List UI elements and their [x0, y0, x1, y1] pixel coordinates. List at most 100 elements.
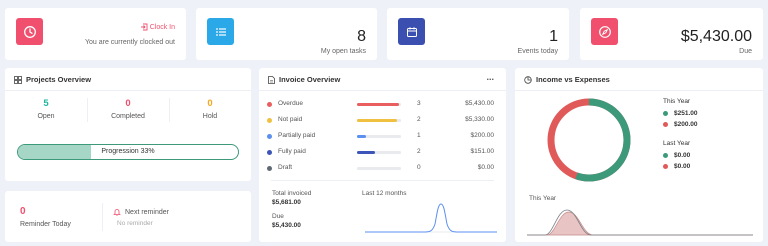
project-stat-open[interactable]: 5 Open — [5, 98, 87, 120]
status-amount: $0.00 — [477, 164, 494, 171]
clock-icon-box — [16, 18, 43, 45]
total-invoiced-label: Total invoiced — [272, 190, 312, 197]
project-stat-value: 0 — [125, 98, 131, 109]
clock-status-text: You are currently clocked out — [84, 39, 175, 46]
last-year-income: $0.00 — [663, 152, 690, 159]
project-stat-completed[interactable]: 0 Completed — [87, 98, 169, 120]
status-bar — [357, 119, 401, 122]
status-dot — [267, 166, 272, 171]
status-amount: $5,430.00 — [465, 100, 494, 107]
divider — [515, 90, 763, 91]
calendar-icon — [406, 26, 417, 37]
divider — [5, 90, 251, 91]
clock-card: Clock In You are currently clocked out — [5, 8, 186, 60]
status-bar-fill — [357, 151, 375, 154]
compass-icon-box — [591, 18, 618, 45]
invoice-overview-header: Invoice Overview — [268, 75, 340, 84]
invoice-status-row[interactable]: Partially paid 1 $200.00 — [259, 131, 506, 143]
last-year-label: Last Year — [663, 140, 691, 147]
open-tasks-card[interactable]: 8 My open tasks — [196, 8, 377, 60]
status-dot — [267, 134, 272, 139]
status-dot — [267, 150, 272, 155]
this-year-expense-value: $200.00 — [674, 121, 698, 128]
invoice-status-row[interactable]: Fully paid 2 $151.00 — [259, 147, 506, 159]
expense-area — [527, 211, 753, 236]
status-count: 1 — [417, 132, 421, 139]
this-year-income-value: $251.00 — [674, 110, 698, 117]
invoice-trend-chart — [365, 203, 497, 233]
last-year-expense: $0.00 — [663, 163, 690, 170]
status-bar — [357, 135, 401, 138]
income-dot — [663, 111, 668, 116]
project-stat-label: Open — [37, 113, 55, 120]
status-bar — [357, 167, 401, 170]
status-bar-fill — [357, 103, 399, 106]
project-stat-label: Completed — [111, 113, 145, 120]
events-label: Events today — [517, 48, 558, 55]
income-expense-donut — [547, 98, 631, 182]
this-year-label: This Year — [663, 98, 691, 105]
divider — [102, 203, 103, 231]
status-amount: $5,330.00 — [465, 116, 494, 123]
status-bar — [357, 103, 401, 106]
invoice-status-row[interactable]: Overdue 3 $5,430.00 — [259, 99, 506, 111]
due-label: Due — [272, 213, 284, 220]
reminders-card: 0 Reminder Today Next reminder No remind… — [5, 191, 251, 242]
income-dot — [663, 153, 668, 158]
income-expenses-title: Income vs Expenses — [536, 75, 610, 84]
due-card[interactable]: $5,430.00 Due — [580, 8, 763, 60]
file-icon — [268, 75, 275, 84]
grid-icon — [14, 75, 22, 84]
next-reminder-header[interactable]: Next reminder — [113, 208, 169, 216]
project-stat-label: Hold — [202, 113, 218, 120]
more-menu-button[interactable]: ... — [486, 72, 494, 82]
status-amount: $200.00 — [470, 132, 495, 139]
clock-icon — [23, 25, 36, 38]
due-label: Due — [739, 48, 752, 55]
income-expense-area-chart — [527, 209, 753, 236]
due-amount: $5,430.00 — [680, 28, 752, 45]
status-bar — [357, 151, 401, 154]
open-tasks-label: My open tasks — [320, 48, 366, 55]
events-card[interactable]: 1 Events today — [387, 8, 569, 60]
pie-chart-icon — [524, 75, 532, 84]
status-count: 2 — [417, 148, 421, 155]
last-year-income-value: $0.00 — [674, 152, 691, 159]
invoice-overview-card: Invoice Overview ... Overdue 3 $5,430.00 No… — [259, 68, 506, 242]
clock-in-button[interactable]: Clock In — [140, 23, 175, 31]
projects-overview-card: Projects Overview 5 Open 0 Completed 0 H… — [5, 68, 251, 181]
this-year-expense: $200.00 — [663, 121, 698, 128]
expense-dot — [663, 122, 668, 127]
status-dot — [267, 118, 272, 123]
project-stat-hold[interactable]: 0 Hold — [169, 98, 251, 120]
divider — [271, 180, 494, 181]
status-bar-fill — [357, 135, 366, 138]
projects-overview-title: Projects Overview — [26, 75, 92, 84]
calendar-icon-box — [398, 18, 425, 45]
project-stat-value: 5 — [43, 98, 49, 109]
progress-label: Progression 33% — [101, 148, 155, 155]
invoice-status-row[interactable]: Not paid 2 $5,330.00 — [259, 115, 506, 127]
status-label: Fully paid — [278, 148, 306, 155]
clock-in-label: Clock In — [149, 23, 175, 31]
bell-icon — [113, 209, 121, 216]
status-count: 2 — [417, 116, 421, 123]
next-reminder-label: Next reminder — [125, 208, 169, 216]
status-amount: $151.00 — [470, 148, 495, 155]
compass-icon — [598, 25, 611, 38]
reminder-count: 0 — [20, 206, 26, 217]
open-tasks-count: 8 — [357, 28, 366, 45]
status-label: Overdue — [278, 100, 303, 107]
status-dot — [267, 102, 272, 107]
income-expenses-card: Income vs Expenses This Year $251.00 $20… — [515, 68, 763, 242]
status-bar-fill — [357, 119, 397, 122]
project-stat-value: 0 — [207, 98, 213, 109]
status-label: Partially paid — [278, 132, 316, 139]
invoice-status-row[interactable]: Draft 0 $0.00 — [259, 163, 506, 175]
status-label: Draft — [278, 164, 293, 171]
divider — [259, 90, 506, 91]
list-icon — [215, 27, 226, 36]
next-reminder-value: No reminder — [117, 220, 153, 227]
projects-overview-header: Projects Overview — [14, 75, 91, 84]
income-expenses-header: Income vs Expenses — [524, 75, 610, 84]
